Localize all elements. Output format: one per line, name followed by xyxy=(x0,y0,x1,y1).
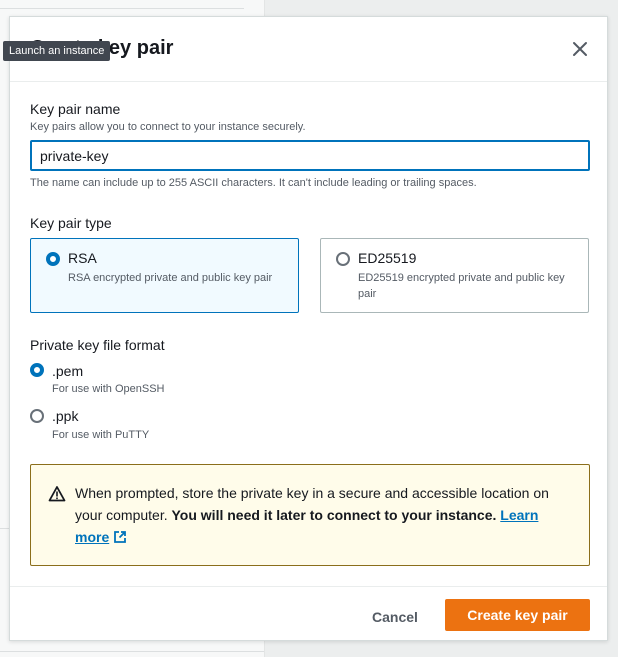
key-pair-name-label: Key pair name xyxy=(30,101,121,117)
key-type-tile-ed25519[interactable]: ED25519 ED25519 encrypted private and pu… xyxy=(320,238,589,313)
key-pair-type-label: Key pair type xyxy=(30,215,112,231)
launch-instance-tooltip: Launch an instance xyxy=(3,41,111,61)
pem-description: For use with OpenSSH xyxy=(52,383,165,395)
key-pair-name-hint: The name can include up to 255 ASCII cha… xyxy=(30,177,477,189)
background-divider xyxy=(0,528,9,529)
cancel-button[interactable]: Cancel xyxy=(353,601,437,633)
ppk-title[interactable]: .ppk xyxy=(52,408,78,424)
create-key-pair-button[interactable]: Create key pair xyxy=(445,599,590,631)
warning-icon xyxy=(48,486,66,502)
background-divider xyxy=(0,651,264,652)
ed25519-radio[interactable] xyxy=(336,252,350,266)
key-type-tile-rsa[interactable]: RSA RSA encrypted private and public key… xyxy=(30,238,299,313)
alert-text-bold: You will need it later to connect to you… xyxy=(171,507,497,523)
rsa-title: RSA xyxy=(68,250,97,266)
pem-radio[interactable] xyxy=(30,363,44,377)
ed25519-title: ED25519 xyxy=(358,250,417,266)
create-key-pair-modal: Create key pair Key pair name Key pairs … xyxy=(9,16,608,641)
background-divider xyxy=(0,8,244,9)
key-pair-name-input[interactable] xyxy=(30,140,590,171)
pem-title[interactable]: .pem xyxy=(52,363,83,379)
rsa-description: RSA encrypted private and public key pai… xyxy=(68,272,273,284)
alert-text: When prompted, store the private key in … xyxy=(75,482,575,548)
rsa-radio[interactable] xyxy=(46,252,60,266)
close-button[interactable] xyxy=(570,39,590,59)
ppk-radio[interactable] xyxy=(30,409,44,423)
key-pair-name-description: Key pairs allow you to connect to your i… xyxy=(30,121,306,133)
ppk-description: For use with PuTTY xyxy=(52,429,150,441)
ed25519-description: ED25519 encrypted private and public key… xyxy=(358,272,565,300)
close-icon xyxy=(573,42,587,56)
external-link-icon xyxy=(114,531,127,543)
warning-alert: When prompted, store the private key in … xyxy=(30,464,590,566)
file-format-label: Private key file format xyxy=(30,337,165,353)
modal-footer-divider xyxy=(10,586,607,587)
